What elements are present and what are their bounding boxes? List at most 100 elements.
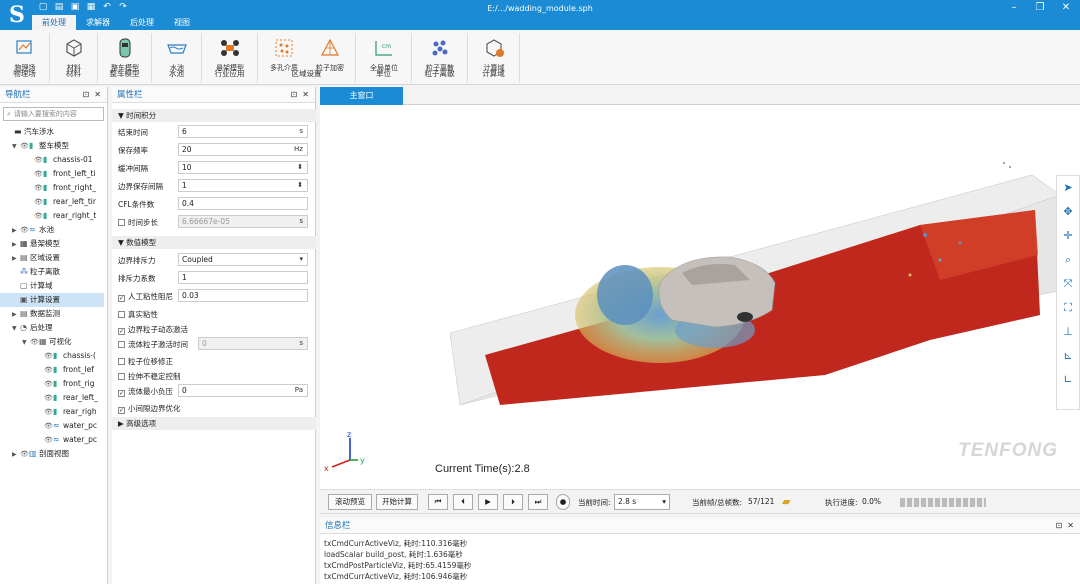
eye-icon[interactable]: 👁 [44,419,53,433]
section-numerical-model[interactable]: ▼ 数值模型 [112,236,316,249]
dynamic-boundary-checkbox[interactable]: ✓ [118,328,125,335]
tree-item[interactable]: 👁▮ front_rig [0,377,95,391]
prev-frame-icon[interactable]: ⏴ [453,494,473,510]
close-icon[interactable]: ✕ [302,90,309,99]
eye-icon[interactable]: 👁 [20,447,29,461]
min-pressure-input[interactable]: 0 Pa [178,384,308,397]
artificial-viscosity-input[interactable]: 0.03 [178,289,308,302]
eye-icon[interactable]: 👁 [44,377,53,391]
tree-item[interactable]: ▢ 计算域 [0,279,53,293]
restore-icon[interactable]: ❐ [1034,2,1046,13]
tab-main-window[interactable]: 主窗口 [320,87,403,105]
tree-item-selected[interactable]: ▣ 计算设置 [0,293,104,307]
pin-icon[interactable]: ⊡ [291,90,298,99]
last-frame-icon[interactable]: ⏭ [528,494,548,510]
tree-item[interactable]: ▶ ▤ 区域设置 [0,251,60,265]
boundary-force-select[interactable]: Coupled ▾ [178,253,308,266]
tree-item[interactable]: ▼ 👁▦ 可视化 [0,335,72,349]
activation-time-checkbox[interactable] [118,341,125,348]
view-xy-icon[interactable]: ⊥ [1057,320,1079,344]
tab-solver[interactable]: 求解器 [76,15,120,30]
eye-icon[interactable]: 👁 [34,195,43,209]
end-time-input[interactable]: 6s [178,125,308,138]
view-yz-icon[interactable]: ∟ [1057,368,1079,392]
tree-item[interactable]: 👁▮ front_right_ [0,181,96,195]
tree-item[interactable]: 👁▮ rear_right_t [0,209,96,223]
record-icon[interactable]: ● [556,494,570,510]
expand-arrow-icon[interactable]: ▶ [12,252,20,266]
expand-arrow-icon[interactable]: ▶ [12,238,20,252]
spinner-icon[interactable]: ⬍ [297,162,303,173]
repulse-coef-input[interactable]: 1 [178,271,308,284]
view-xz-icon[interactable]: ⊾ [1057,344,1079,368]
next-frame-icon[interactable]: ⏵ [503,494,523,510]
pin-icon[interactable]: ⊡ [1056,521,1063,530]
expand-arrow-icon[interactable]: ▼ [12,322,20,336]
viewport-3d[interactable]: z x y Current Time(s):2.8 TENFONG ➤ ✥ ✛ … [320,105,1080,489]
eye-icon[interactable]: 👁 [44,391,53,405]
folder-icon[interactable]: ▰ [782,495,790,508]
tab-view[interactable]: 视图 [164,15,200,30]
tree-item[interactable]: ⁂ 粒子离散 [0,265,60,279]
gap-optimize-checkbox[interactable]: ✓ [118,407,125,414]
cfl-input[interactable]: 0.4 [178,197,308,210]
section-advanced[interactable]: ▶ 高级选项 [112,417,316,430]
expand-arrow-icon[interactable]: ▶ [12,448,20,462]
pin-icon[interactable]: ⊡ [83,90,90,99]
displacement-fix-checkbox[interactable] [118,358,125,365]
tree-item[interactable]: ▶ ▤ 数据监测 [0,307,60,321]
expand-arrow-icon[interactable]: ▶ [12,308,20,322]
time-step-input[interactable]: 6.66667e-05 s [178,215,308,228]
tree-item[interactable]: 👁≈ water_pc [0,419,97,433]
current-time-select[interactable]: 2.8 s ▾ [614,494,670,510]
expand-arrow-icon[interactable]: ▼ [12,140,20,154]
close-icon[interactable]: ✕ [1067,521,1074,530]
eye-icon[interactable]: 👁 [34,153,43,167]
tree-item[interactable]: ▶ 👁▥ 剖面视图 [0,447,69,461]
eye-icon[interactable]: 👁 [30,335,39,349]
time-step-checkbox[interactable] [118,219,125,226]
tree-item[interactable]: 👁▮ front_left_ti [0,167,96,181]
close-icon[interactable]: ✕ [1060,2,1072,13]
tree-item[interactable]: ▼ ◔ 后处理 [0,321,53,335]
activation-time-input[interactable]: 0s [198,337,308,350]
eye-icon[interactable]: 👁 [20,223,29,237]
nav-search-box[interactable]: ⌕ 请输入要搜索的内容 [3,107,104,121]
tree-item[interactable]: ▶ ▦ 悬架模型 [0,237,60,251]
tree-item[interactable]: 👁▮ chassis-( [0,349,96,363]
zoom-icon[interactable]: ⌕ [1057,248,1079,272]
select-cursor-icon[interactable]: ➤ [1057,176,1079,200]
tensile-control-checkbox[interactable] [118,373,125,380]
spinner-icon[interactable]: ⬍ [297,180,303,191]
tree-item[interactable]: ▶ 👁≈ 水池 [0,223,54,237]
pan-icon[interactable]: ✛ [1057,224,1079,248]
tree-item[interactable]: 👁▮ front_lef [0,363,94,377]
tab-postprocess[interactable]: 后处理 [120,15,164,30]
eye-icon[interactable]: 👁 [20,139,29,153]
rotate-icon[interactable]: ✥ [1057,200,1079,224]
save-freq-input[interactable]: 20 Hz [178,143,308,156]
boundary-save-spinner[interactable]: 1 ⬍ [178,179,308,192]
section-time-integration[interactable]: ▼ 时间积分 [112,109,316,122]
tree-item[interactable]: 👁≈ water_pc [0,433,97,447]
first-frame-icon[interactable]: ⏮ [428,494,448,510]
artificial-viscosity-checkbox[interactable]: ✓ [118,295,125,302]
tree-item[interactable]: 👁▮ rear_righ [0,405,97,419]
tree-item[interactable]: 👁▮ rear_left_tir [0,195,96,209]
tab-preprocess[interactable]: 前处理 [32,15,76,30]
buffer-interval-spinner[interactable]: 10 ⬍ [178,161,308,174]
eye-icon[interactable]: 👁 [44,433,53,447]
minimize-icon[interactable]: – [1008,2,1020,13]
eye-icon[interactable]: 👁 [34,181,43,195]
eye-icon[interactable]: 👁 [44,405,53,419]
eye-icon[interactable]: 👁 [44,349,53,363]
tree-item[interactable]: ▬ 汽车涉水 [0,125,54,139]
min-pressure-checkbox[interactable]: ✓ [118,390,125,397]
eye-icon[interactable]: 👁 [34,209,43,223]
close-icon[interactable]: ✕ [94,90,101,99]
tree-item[interactable]: 👁▮ rear_left_ [0,391,98,405]
fullscreen-icon[interactable]: ⛶ [1057,296,1079,320]
expand-arrow-icon[interactable]: ▶ [12,224,20,238]
play-icon[interactable]: ▶ [478,494,498,510]
eye-icon[interactable]: 👁 [34,167,43,181]
